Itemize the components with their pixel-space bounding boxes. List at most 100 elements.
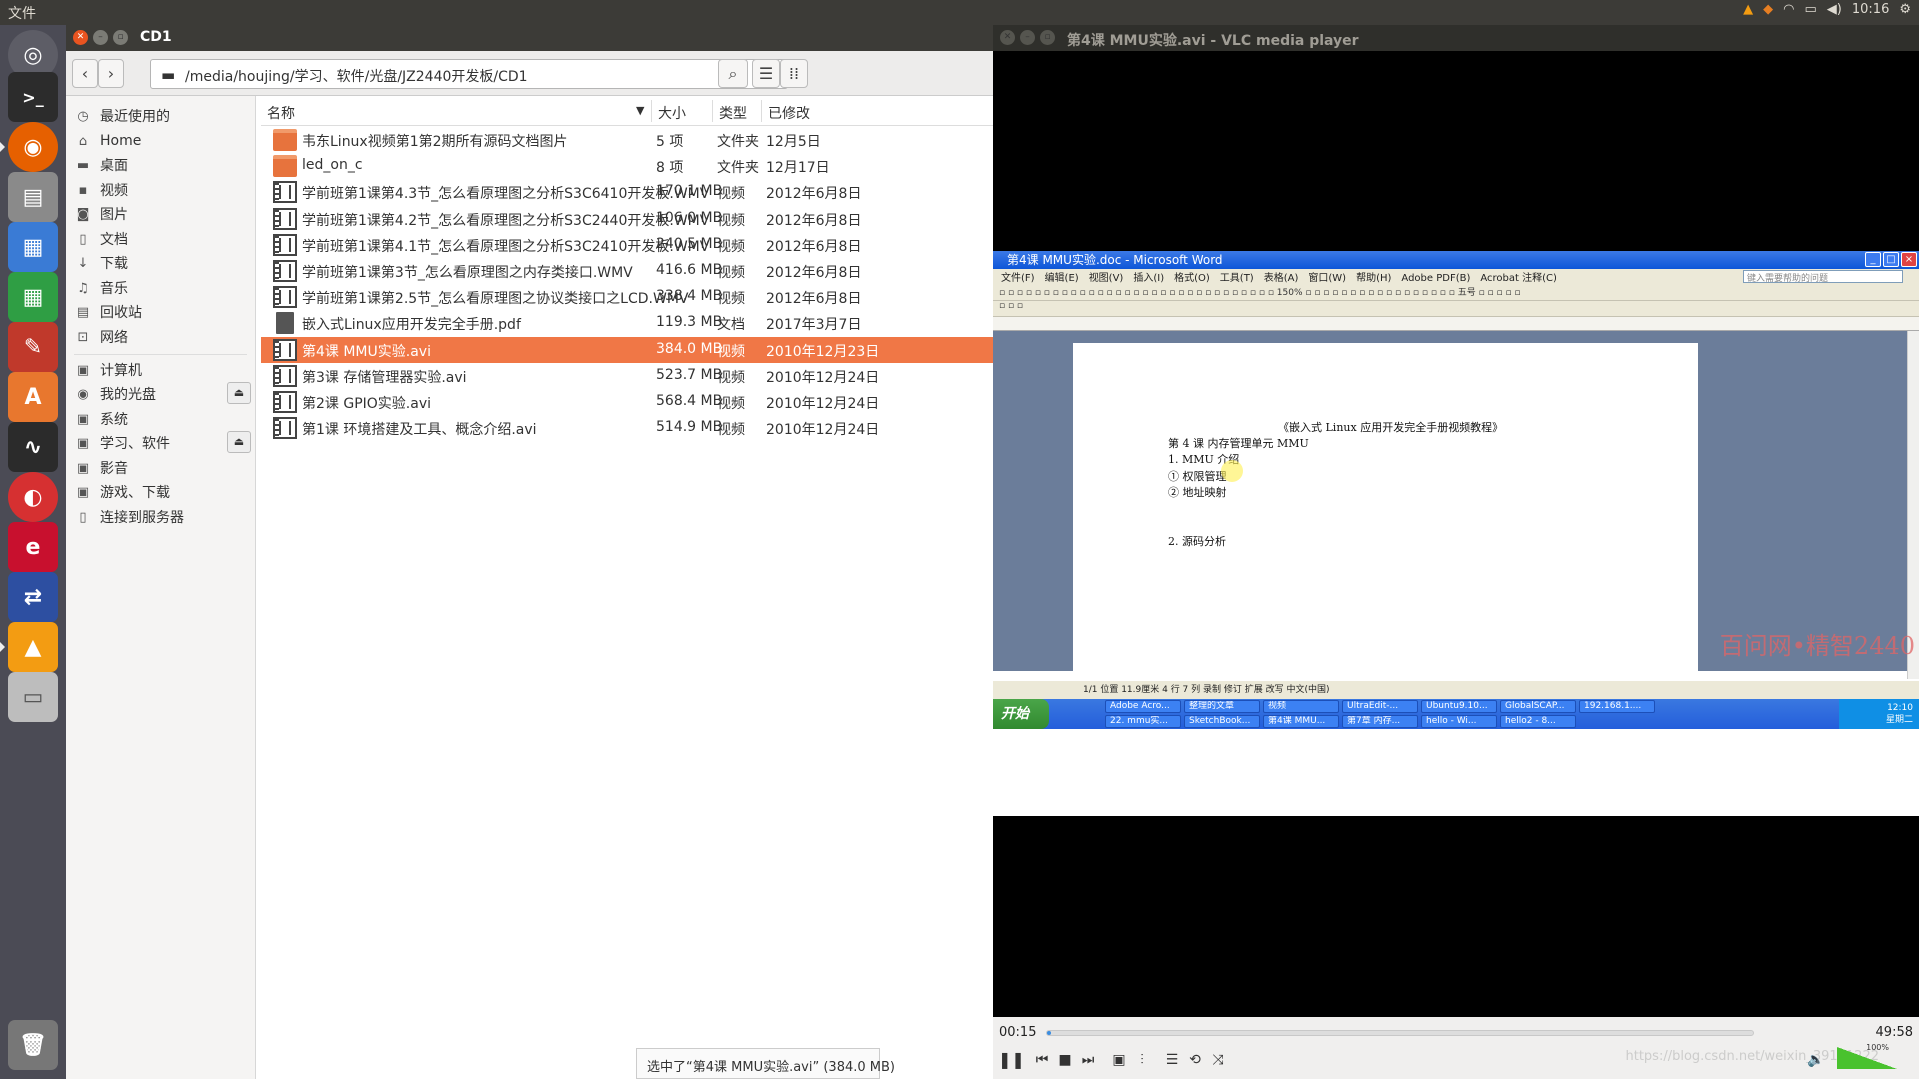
- download-icon: ↓: [77, 255, 89, 271]
- maximize-button[interactable]: ▫: [113, 30, 128, 45]
- column-type[interactable]: 类型: [719, 103, 747, 123]
- file-name: 韦东Linux视频第1第2期所有源码文档图片: [302, 134, 568, 150]
- word-menubar: 文件(F) 编辑(E) 视图(V) 插入(I) 格式(O) 工具(T) 表格(A) 窗口(W)…: [993, 269, 1919, 285]
- pause-button[interactable]: ❚❚: [998, 1049, 1025, 1071]
- extended-settings-button[interactable]: ⫶: [1131, 1049, 1153, 1071]
- clock[interactable]: 10:16: [1852, 2, 1889, 17]
- sidebar-item-system[interactable]: ▣ 系统: [66, 407, 255, 431]
- vlc-icon[interactable]: ▲: [8, 622, 58, 672]
- next-button[interactable]: ⏭: [1077, 1049, 1099, 1071]
- software-center-icon[interactable]: A: [8, 372, 58, 422]
- file-row[interactable]: 韦东Linux视频第1第2期所有源码文档图片 5 项 文件夹 12月5日: [261, 127, 993, 153]
- file-row[interactable]: 第3课 存储管理器实验.avi 523.7 MB 视频 2010年12月24日: [261, 363, 993, 389]
- file-row[interactable]: 第1课 环境搭建及工具、概念介绍.avi 514.9 MB 视频 2010年12月24…: [261, 415, 993, 441]
- settings-icon[interactable]: ✎: [8, 322, 58, 372]
- sidebar-item-recent[interactable]: ◷ 最近使用的: [66, 104, 255, 128]
- sidebar-item-home[interactable]: ⌂ Home: [66, 129, 255, 153]
- file-row[interactable]: 第2课 GPIO实验.avi 568.4 MB 视频 2010年12月24日: [261, 389, 993, 415]
- terminal-icon[interactable]: >_: [8, 72, 58, 122]
- notification-icon[interactable]: ◆: [1763, 2, 1773, 17]
- previous-button[interactable]: ⏮: [1031, 1049, 1053, 1071]
- elapsed-time: 00:15: [999, 1025, 1037, 1040]
- eject-button[interactable]: ⏏: [227, 382, 251, 404]
- volume-icon[interactable]: ◀): [1827, 2, 1842, 17]
- sidebar-item-videos[interactable]: ▪ 视频: [66, 178, 255, 202]
- list-view-button[interactable]: ☰: [752, 59, 780, 88]
- file-name: 学前班第1课第3节_怎么看原理图之内存类接口.WMV: [302, 265, 633, 281]
- word-document-area: 《嵌入式 Linux 应用开发完全手册视频教程》 第 4 课 内存管理单元 MM…: [993, 331, 1919, 683]
- location-bar[interactable]: ▬ /media/houjing/学习、软件/光盘/JZ2440开发板/CD1 …: [150, 59, 788, 89]
- file-row[interactable]: 第4课 MMU实验.avi 384.0 MB 视频 2010年12月23日: [261, 336, 993, 363]
- file-row[interactable]: 嵌入式Linux应用开发完全手册.pdf 119.3 MB 文档 2017年3月7日: [261, 310, 993, 336]
- netease-music-icon[interactable]: ◐: [8, 472, 58, 522]
- total-time: 49:58: [1875, 1025, 1913, 1040]
- mute-icon[interactable]: 🔈: [1805, 1049, 1827, 1071]
- trash-icon[interactable]: 🗑: [8, 1020, 58, 1070]
- video-frame[interactable]: 第4课 MMU实验.doc - Microsoft Word _ □ × 文件(…: [993, 251, 1919, 816]
- battery-icon[interactable]: ▭: [1805, 2, 1817, 17]
- wifi-icon[interactable]: ◠: [1783, 2, 1794, 17]
- file-row[interactable]: 学前班第1课第2.5节_怎么看原理图之协议类接口之LCD.WMV 338.4 MB…: [261, 284, 993, 310]
- column-size[interactable]: 大小: [658, 103, 686, 123]
- vlc-tray-icon[interactable]: ▲: [1743, 2, 1753, 17]
- file-row[interactable]: 学前班第1课第3节_怎么看原理图之内存类接口.WMV 416.6 MB 视频 2012…: [261, 258, 993, 284]
- sidebar-item-games-downloads[interactable]: ▣ 游戏、下载: [66, 480, 255, 504]
- seek-slider[interactable]: [1046, 1030, 1754, 1036]
- sidebar-item-connect-server[interactable]: ▯ 连接到服务器: [66, 505, 255, 529]
- viewer-icon[interactable]: ▦: [8, 222, 58, 272]
- sidebar-item-my-disc[interactable]: ◉ 我的光盘 ⏏: [66, 382, 255, 406]
- column-name[interactable]: 名称: [267, 103, 295, 123]
- file-row[interactable]: led_on_c 8 项 文件夹 12月17日: [261, 153, 993, 179]
- sidebar-item-network[interactable]: ⊡ 网络: [66, 325, 255, 349]
- minimize-button[interactable]: –: [1020, 30, 1035, 45]
- system-monitor-icon[interactable]: ∿: [8, 422, 58, 472]
- column-modified[interactable]: 已修改: [768, 103, 810, 123]
- close-button[interactable]: ✕: [73, 30, 88, 45]
- sidebar-item-documents[interactable]: ▯ 文档: [66, 227, 255, 251]
- firefox-icon[interactable]: ◉: [8, 122, 58, 172]
- file-row[interactable]: 学前班第1课第4.1节_怎么看原理图之分析S3C2410开发板.WMV 240.5…: [261, 232, 993, 258]
- sidebar-item-desktop[interactable]: ▬ 桌面: [66, 153, 255, 177]
- sidebar-item-pictures[interactable]: ◙ 图片: [66, 202, 255, 226]
- sidebar: ◷ 最近使用的 ⌂ Home ▬ 桌面 ▪ 视频 ◙ 图片 ▯ 文档 ↓ 下载 ♫ 音乐 ▤ 回收…: [66, 96, 256, 1079]
- word-statusbar: 1/1 位置 11.9厘米 4 行 7 列 录制 修订 扩展 改写 中文(中国): [993, 681, 1919, 699]
- grid-view-button[interactable]: ⁞⁞: [780, 59, 808, 88]
- fullscreen-button[interactable]: ▣: [1108, 1049, 1130, 1071]
- spreadsheet-icon[interactable]: ▦: [8, 272, 58, 322]
- loop-button[interactable]: ⟲: [1184, 1049, 1206, 1071]
- file-row[interactable]: 学前班第1课第4.2节_怎么看原理图之分析S3C2440开发板.WMV 106.0…: [261, 206, 993, 232]
- shuffle-button[interactable]: ⤨: [1207, 1049, 1229, 1071]
- sidebar-item-downloads[interactable]: ↓ 下载: [66, 251, 255, 275]
- forward-button[interactable]: ›: [98, 59, 124, 88]
- maximize-button[interactable]: ▫: [1040, 30, 1055, 45]
- app-menu-file[interactable]: 文件: [8, 3, 36, 23]
- sort-chevron-down-icon[interactable]: ▼: [636, 104, 644, 117]
- close-button[interactable]: ✕: [1000, 30, 1015, 45]
- sidebar-item-study-software[interactable]: ▣ 学习、软件 ⏏: [66, 431, 255, 455]
- search-button[interactable]: ⌕: [718, 59, 748, 88]
- eject-button[interactable]: ⏏: [227, 431, 251, 453]
- drive-icon: ▣: [76, 435, 90, 451]
- editor-icon[interactable]: e: [8, 522, 58, 572]
- location-text[interactable]: /media/houjing/学习、软件/光盘/JZ2440开发板/CD1: [185, 66, 528, 86]
- remote-desktop-icon[interactable]: ⇄: [8, 572, 58, 622]
- sidebar-item-computer[interactable]: ▣ 计算机: [66, 358, 255, 382]
- files-icon[interactable]: ▤: [8, 172, 58, 222]
- gear-icon[interactable]: ⚙: [1899, 2, 1911, 17]
- sidebar-item-trash[interactable]: ▤ 回收站: [66, 300, 255, 324]
- file-modified: 2012年6月8日: [766, 265, 862, 281]
- file-manager-titlebar: ✕ – ▫ CD1: [66, 25, 993, 51]
- minimize-button[interactable]: –: [93, 30, 108, 45]
- file-row[interactable]: 学前班第1课第4.3节_怎么看原理图之分析S3C6410开发板.WMV 170.1…: [261, 179, 993, 205]
- disk-icon[interactable]: ▭: [8, 672, 58, 722]
- file-type: 文件夹: [717, 134, 759, 150]
- file-modified: 2012年6月8日: [766, 186, 862, 203]
- sidebar-item-media[interactable]: ▣ 影音: [66, 456, 255, 480]
- stop-button[interactable]: ■: [1054, 1049, 1076, 1071]
- playlist-button[interactable]: ☰: [1161, 1049, 1183, 1071]
- back-button[interactable]: ‹: [72, 59, 98, 88]
- sidebar-item-music[interactable]: ♫ 音乐: [66, 276, 255, 300]
- doc-sub-item-1: ① 权限管理: [1168, 470, 1227, 483]
- file-name: 学前班第1课第4.2节_怎么看原理图之分析S3C2440开发板.WMV: [302, 212, 710, 229]
- xp-task-button: 整理的文章: [1184, 700, 1260, 713]
